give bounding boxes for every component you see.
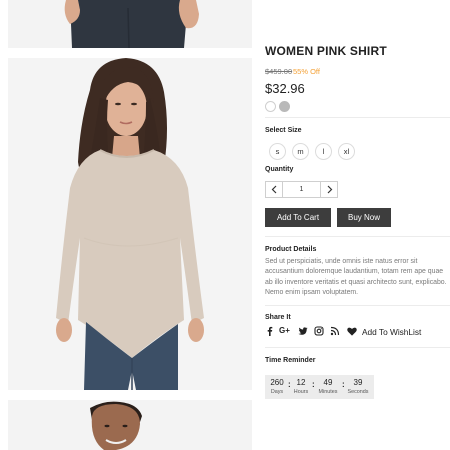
quantity-decrease-button[interactable]	[266, 182, 283, 197]
product-gallery	[8, 0, 252, 450]
color-swatch-grey[interactable]	[279, 101, 290, 112]
product-title: WOMEN PINK SHIRT	[265, 44, 387, 58]
add-to-cart-button[interactable]: Add To Cart	[265, 208, 331, 227]
timer-seconds-value: 39	[353, 378, 363, 387]
discount-badge: 55% Off	[293, 67, 320, 76]
rss-icon[interactable]	[330, 326, 340, 336]
google-plus-icon[interactable]: G+	[279, 326, 290, 336]
timer-days-value: 260	[270, 378, 284, 387]
countdown-timer: 260 Days : 12 Hours : 49 Minutes : 39 Se…	[265, 375, 374, 399]
quantity-increase-button[interactable]	[320, 182, 337, 197]
quantity-label: Quantity	[265, 166, 294, 173]
timer-hours: 12 Hours	[291, 377, 311, 396]
color-swatch-white[interactable]	[265, 101, 276, 112]
gallery-image-bottom[interactable]	[8, 400, 252, 450]
time-reminder-label: Time Reminder	[265, 357, 316, 364]
size-option-m[interactable]: m	[292, 143, 309, 160]
timer-days-label: Days	[270, 389, 284, 395]
divider	[265, 305, 450, 306]
social-share-row: G+ Add To WishList	[265, 326, 450, 338]
timer-seconds-label: Seconds	[347, 389, 369, 395]
quantity-stepper	[265, 181, 338, 198]
gallery-image-top[interactable]	[8, 0, 252, 48]
quantity-input[interactable]	[283, 182, 320, 197]
timer-minutes-value: 49	[323, 378, 333, 387]
wishlist-label: Add To WishList	[362, 326, 422, 337]
buy-now-button[interactable]: Buy Now	[337, 208, 391, 227]
twitter-icon[interactable]	[298, 326, 308, 336]
size-option-s[interactable]: s	[269, 143, 286, 160]
old-price: $459.00	[265, 67, 293, 76]
share-label: Share It	[265, 314, 291, 321]
divider	[265, 236, 450, 237]
divider	[265, 347, 450, 348]
timer-minutes: 49 Minutes	[315, 377, 341, 396]
product-details-label: Product Details	[265, 246, 317, 253]
product-description: Sed ut perspiciatis, unde omnis iste nat…	[265, 258, 447, 297]
facebook-icon[interactable]	[265, 326, 275, 336]
size-option-l[interactable]: l	[315, 143, 332, 160]
timer-minutes-label: Minutes	[318, 389, 338, 395]
timer-seconds: 39 Seconds	[345, 377, 371, 396]
timer-hours-value: 12	[296, 378, 306, 387]
chevron-left-icon	[271, 185, 277, 194]
select-size-label: Select Size	[265, 127, 302, 134]
gallery-image-main[interactable]	[8, 58, 252, 390]
add-to-wishlist-link[interactable]: Add To WishList	[347, 326, 421, 337]
heart-icon	[347, 327, 357, 336]
timer-days: 260 Days	[267, 377, 287, 396]
timer-hours-label: Hours	[293, 389, 309, 395]
size-option-xl[interactable]: xl	[338, 143, 355, 160]
chevron-right-icon	[327, 185, 333, 194]
divider	[265, 117, 450, 118]
current-price: $32.96	[265, 81, 305, 96]
instagram-icon[interactable]	[314, 326, 324, 336]
